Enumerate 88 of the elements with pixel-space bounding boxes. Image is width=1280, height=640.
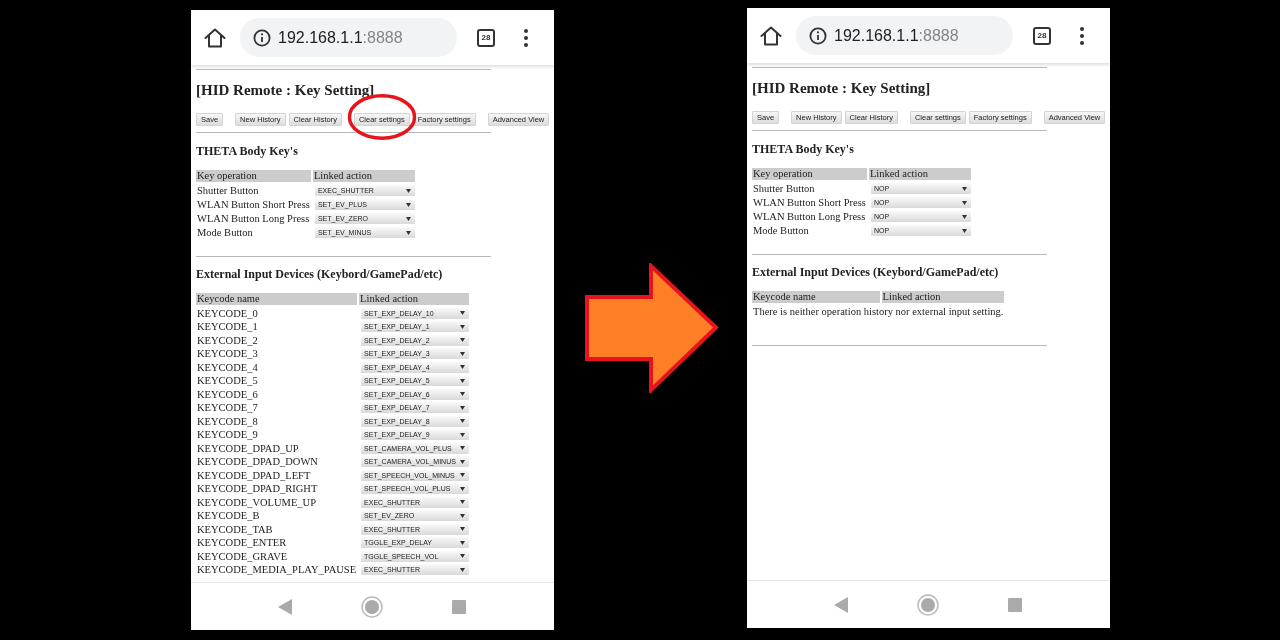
caret-icon (405, 202, 411, 207)
url-text: 192.168.1.1:8888 (278, 27, 403, 48)
table-cell-text: KEYCODE_DPAD_RIGHT (196, 483, 319, 494)
caret-icon (460, 446, 466, 450)
table-cell-text: KEYCODE_7 (196, 402, 259, 413)
caret-icon (460, 540, 466, 545)
section-heading: External Input Devices (Keybord/GamePad/etc) (752, 265, 1000, 279)
table-cell-text: KEYCODE_3 (196, 348, 259, 359)
caret-icon (460, 486, 466, 491)
page-title: [HID Remote : Key Setting] (196, 81, 376, 99)
right-arrow-icon (585, 263, 719, 393)
table-cell-text: KEYCODE_5 (196, 375, 259, 386)
table-cell: WLAN Button Short Press (196, 199, 311, 210)
caret-icon (460, 378, 466, 383)
caret-icon (460, 459, 466, 464)
caret-icon (460, 365, 466, 369)
back-icon[interactable] (834, 596, 848, 613)
column-header: Key operation (196, 170, 311, 182)
square-icon[interactable] (1008, 597, 1022, 612)
caret-icon (460, 567, 466, 572)
caret-icon (460, 351, 466, 356)
caret-icon (460, 338, 466, 342)
table-cell-text: KEYCODE_8 (196, 415, 259, 427)
caret-icon (460, 432, 466, 437)
page-title: [HID Remote : Key Setting] (752, 79, 932, 97)
table-cell-text: Shutter Button (752, 183, 816, 194)
url-text: 192.168.1.1:8888 (834, 25, 959, 46)
table-cell-text: KEYCODE_4 (196, 361, 259, 373)
caret-icon (961, 186, 967, 191)
table-cell-text: Mode Button (752, 225, 810, 236)
caret-icon (405, 216, 411, 221)
table-cell-text: KEYCODE_0 (196, 307, 259, 319)
caret-icon (961, 228, 967, 233)
section-heading: External Input Devices (Keybord/GamePad/etc) (196, 267, 444, 281)
table-cell-text: KEYCODE_GRAVE (196, 550, 289, 562)
table-cell-text: KEYCODE_2 (196, 334, 259, 346)
address-bar[interactable]: 192.168.1.1:8888 (796, 16, 1013, 55)
square-icon[interactable] (452, 599, 466, 614)
tab-count-button[interactable]: 28 (477, 28, 495, 47)
column-header: Linked action (312, 170, 415, 182)
caret-icon (460, 405, 466, 410)
table-cell-text: Mode Button (196, 227, 254, 238)
table-cell-text: KEYCODE_ENTER (196, 537, 288, 548)
home-icon[interactable] (204, 27, 226, 48)
section-heading: THETA Body Key's (752, 142, 855, 156)
table-cell: WLAN Button Short Press (752, 197, 867, 208)
caret-icon (405, 230, 411, 235)
table-cell-text: KEYCODE_DPAD_DOWN (196, 456, 319, 467)
table-cell-text: KEYCODE_TAB (196, 523, 274, 535)
info-icon (253, 28, 271, 47)
home-icon[interactable] (760, 25, 782, 46)
caret-icon (460, 311, 466, 315)
info-icon (809, 26, 827, 45)
empty-message: There is neither operation history nor external input setting. (752, 305, 1005, 317)
column-header: Keycode name (752, 291, 880, 303)
caret-icon (460, 513, 466, 518)
caret-icon (961, 200, 967, 205)
table-cell-text: KEYCODE_DPAD_UP (196, 442, 300, 454)
caret-icon (460, 473, 466, 477)
caret-icon (460, 500, 466, 504)
table-cell: KEYCODE_MEDIA_PLAY_PAUSE (196, 564, 358, 575)
tab-count-button[interactable]: 28 (1033, 26, 1051, 45)
table-cell-text: KEYCODE_B (196, 510, 261, 521)
column-header: Linked action (881, 291, 1005, 303)
table-cell-text: Shutter Button (196, 185, 260, 196)
column-header: Linked action (359, 293, 470, 305)
caret-icon (460, 419, 466, 423)
column-header: Keycode name (196, 293, 358, 305)
menu-icon[interactable] (1080, 26, 1084, 45)
caret-icon (460, 527, 466, 531)
caret-icon (460, 554, 466, 558)
caret-icon (460, 392, 466, 396)
menu-icon[interactable] (524, 28, 528, 47)
section-heading: THETA Body Key's (196, 144, 299, 158)
column-header: Linked action (868, 168, 971, 180)
table-cell: WLAN Button Long Press (196, 213, 311, 224)
table-cell-text: KEYCODE_9 (196, 429, 259, 440)
back-icon[interactable] (278, 598, 292, 615)
table-cell-text: KEYCODE_6 (196, 388, 259, 400)
caret-icon (460, 324, 466, 329)
column-header: Key operation (752, 168, 867, 180)
caret-icon (961, 214, 967, 219)
table-cell-text: KEYCODE_VOLUME_UP (196, 496, 317, 508)
address-bar[interactable]: 192.168.1.1:8888 (240, 18, 457, 57)
caret-icon (405, 188, 411, 193)
table-cell-text: KEYCODE_1 (196, 321, 259, 332)
table-cell: WLAN Button Long Press (752, 211, 867, 222)
table-cell-text: KEYCODE_DPAD_LEFT (196, 469, 312, 481)
